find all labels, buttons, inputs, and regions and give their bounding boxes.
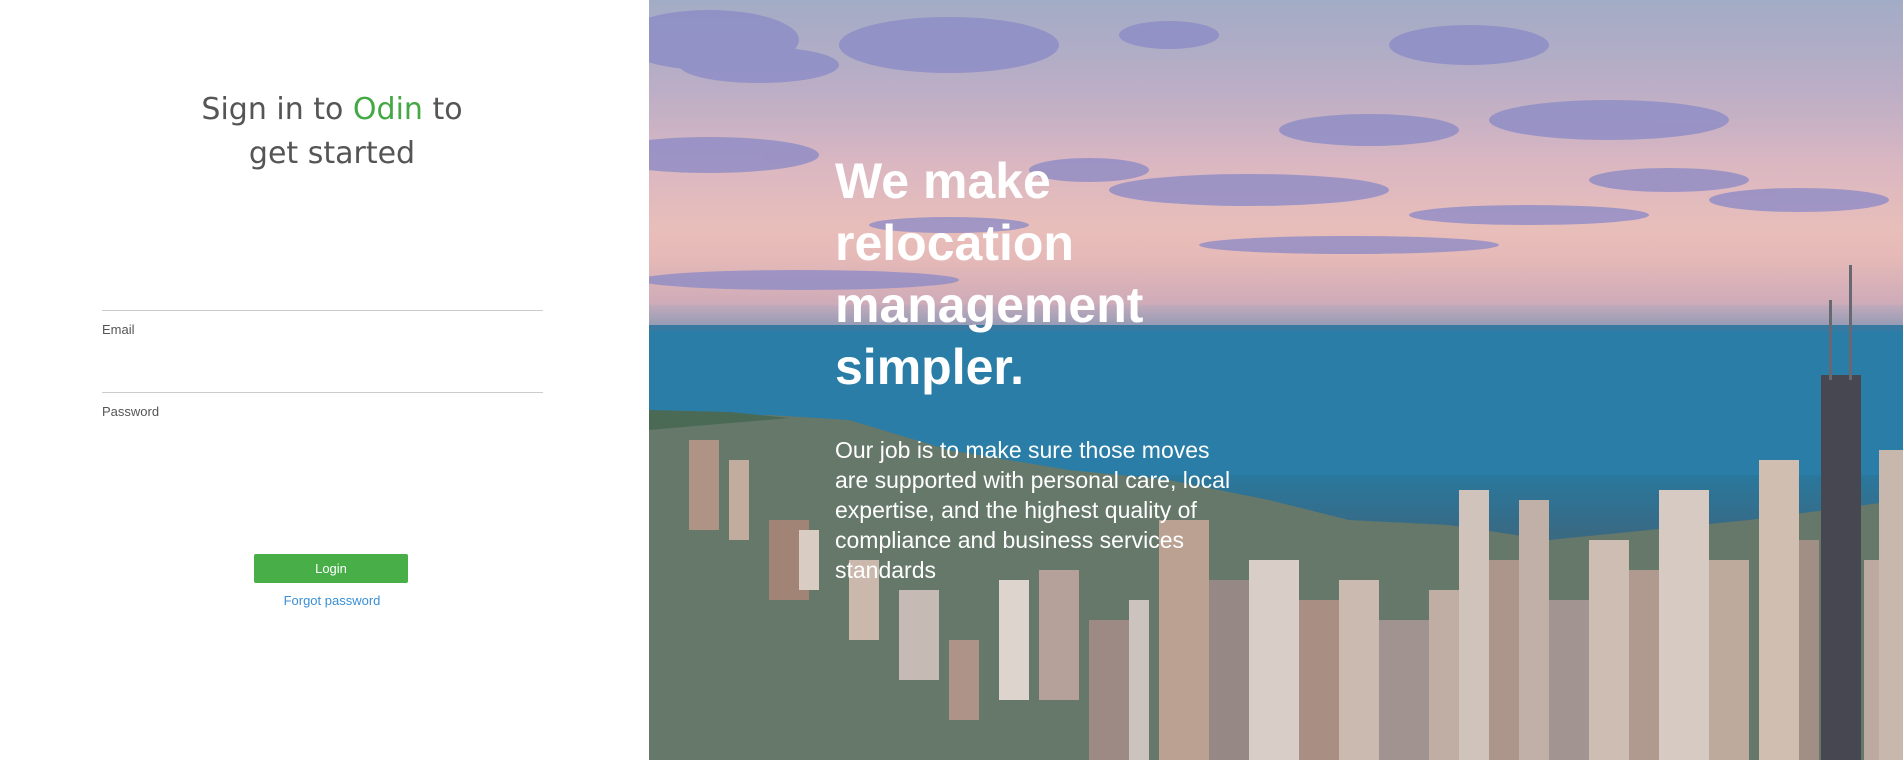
tagline-line-4: simpler. — [835, 339, 1024, 395]
password-field-group: Password — [102, 392, 543, 447]
email-field-group: Email — [102, 310, 543, 365]
hero-tagline: We make relocation management simpler. — [835, 150, 1255, 398]
email-label: Email — [102, 322, 135, 337]
forgot-password-link[interactable]: Forgot password — [0, 593, 664, 608]
email-field-divider — [102, 310, 543, 311]
tagline-line-2: relocation — [835, 215, 1074, 271]
sign-in-heading: Sign in to Odin to get started — [0, 88, 664, 176]
password-input[interactable] — [102, 419, 543, 447]
password-field-divider — [102, 392, 543, 393]
heading-suffix: to — [422, 92, 463, 127]
heading-line-2: get started — [248, 136, 416, 171]
password-label: Password — [102, 404, 160, 419]
login-button[interactable]: Login — [254, 554, 408, 583]
heading-prefix: Sign in to — [201, 92, 353, 127]
tagline-line-1: We make — [835, 153, 1051, 209]
brand-name: Odin — [352, 92, 423, 127]
login-page: Sign in to Odin to get started Email Pas… — [0, 0, 1903, 760]
sign-in-panel: Sign in to Odin to get started Email Pas… — [0, 0, 649, 760]
hero-panel: We make relocation management simpler. O… — [649, 0, 1903, 760]
hero-description: Our job is to make sure those moves are … — [835, 437, 1231, 583]
email-input[interactable] — [102, 337, 543, 365]
tagline-line-3: management — [835, 277, 1144, 333]
